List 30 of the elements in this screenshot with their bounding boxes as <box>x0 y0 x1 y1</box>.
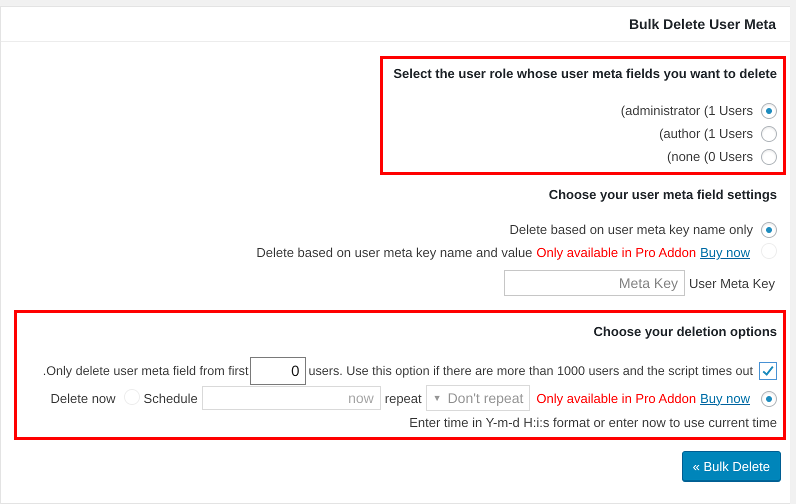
option-label: Delete now <box>50 390 116 406</box>
pro-notice: Only available in Pro Addon <box>536 245 696 260</box>
option-label: repeat <box>384 390 422 406</box>
section-title: Choose your user meta field settings <box>548 186 777 204</box>
hint-text: Enter time in Y-m-d H:i:s format or enter now to use current time <box>409 415 777 430</box>
buy-now-link[interactable]: Buy now <box>700 390 750 406</box>
radio-button[interactable] <box>761 222 777 238</box>
pro-notice: Only available in Pro Addon <box>536 390 696 406</box>
option-label: Schedule <box>144 390 198 406</box>
option-label: .Only delete user meta field from first <box>42 364 248 378</box>
checkbox[interactable] <box>759 362 777 380</box>
radio-label: (none (0 Users <box>667 149 753 164</box>
radio-button[interactable] <box>761 102 777 118</box>
radio-label: Delete based on user meta key name only <box>509 222 753 237</box>
radio-label: (administrator (1 Users <box>620 103 753 118</box>
section-title: Select the user role whose user meta fields you want to delete <box>393 65 777 83</box>
panel-title: Bulk Delete User Meta <box>628 16 776 32</box>
radio-label: Delete based on user meta key name and value <box>256 245 532 260</box>
radio-button[interactable] <box>761 126 777 142</box>
meta-key-field[interactable]: Meta Key <box>504 270 686 296</box>
field-label: User Meta Key <box>689 276 775 290</box>
checkmark-icon <box>761 364 775 378</box>
radio-label: (author (1 Users <box>659 126 753 141</box>
option-label: users. Use this option if there are more than 1000 users and the script times out <box>308 364 753 378</box>
user-count-field[interactable]: 0 <box>250 357 306 385</box>
radio-button[interactable] <box>761 148 777 164</box>
bulk-delete-button[interactable]: « Bulk Delete <box>682 451 781 481</box>
repeat-dropdown[interactable]: ▼ Don't repeat <box>426 385 530 411</box>
section-title: Choose your deletion options <box>594 323 777 341</box>
radio-button[interactable] <box>761 390 777 406</box>
